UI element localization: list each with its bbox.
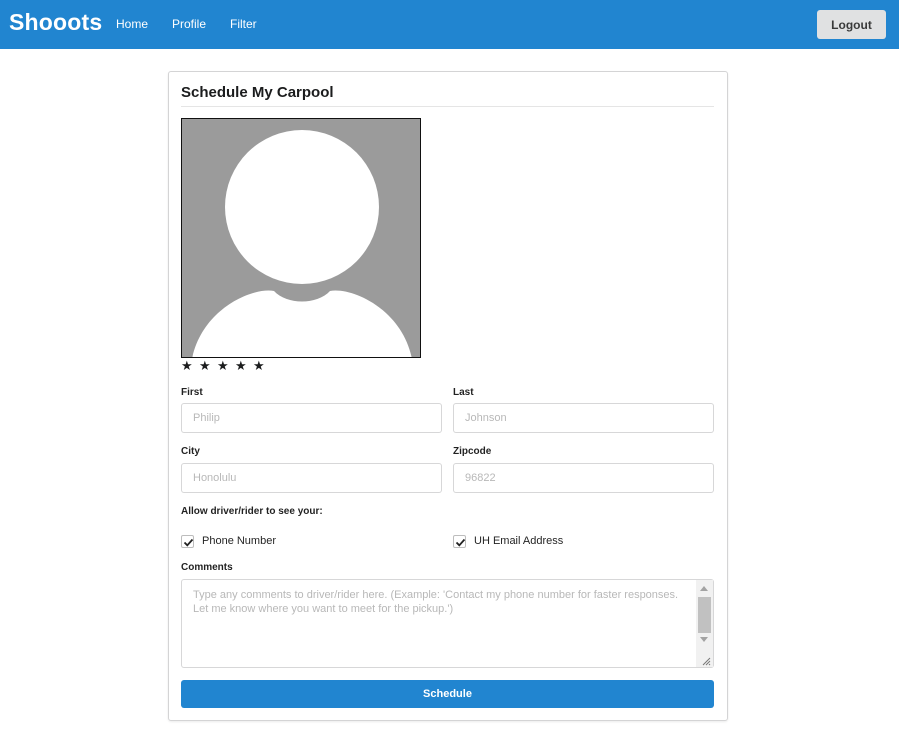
city-input[interactable]: [181, 463, 442, 493]
nav-home-link[interactable]: Home: [116, 17, 148, 31]
card-title: Schedule My Carpool: [181, 84, 334, 101]
comments-label: Comments: [181, 562, 233, 573]
comments-textarea[interactable]: [181, 579, 714, 668]
brand-logo[interactable]: Shooots: [9, 9, 102, 36]
nav-profile-link[interactable]: Profile: [172, 17, 206, 31]
zipcode-input[interactable]: [453, 463, 714, 493]
last-name-label: Last: [453, 387, 474, 398]
top-navbar: Shooots Home Profile Filter Logout: [0, 0, 899, 49]
logout-button[interactable]: Logout: [817, 10, 886, 39]
schedule-carpool-card: Schedule My Carpool ★ ★ ★ ★ ★ First Last Cit…: [168, 71, 728, 721]
star-icon: ★: [217, 358, 229, 373]
user-silhouette-icon: [181, 118, 421, 358]
star-icon: ★: [199, 358, 211, 373]
star-icon: ★: [253, 358, 265, 373]
email-address-option[interactable]: UH Email Address: [453, 533, 563, 549]
resize-grip-icon[interactable]: [696, 651, 713, 667]
scroll-thumb[interactable]: [698, 597, 711, 633]
scroll-up-arrow-icon[interactable]: [700, 586, 708, 591]
phone-number-option[interactable]: Phone Number: [181, 533, 276, 549]
first-name-input[interactable]: [181, 403, 442, 433]
title-divider: [181, 106, 714, 107]
nav-filter-link[interactable]: Filter: [230, 17, 257, 31]
phone-number-checkbox[interactable]: [181, 534, 194, 548]
zipcode-label: Zipcode: [453, 446, 492, 457]
first-name-label: First: [181, 387, 203, 398]
phone-number-label: Phone Number: [202, 535, 276, 547]
email-address-label: UH Email Address: [474, 535, 564, 547]
star-icon: ★: [235, 358, 247, 373]
star-icon: ★: [181, 358, 193, 373]
checkmark-icon: [455, 538, 466, 547]
schedule-button[interactable]: Schedule: [181, 680, 714, 708]
email-address-checkbox[interactable]: [453, 534, 466, 548]
star-rating: ★ ★ ★ ★ ★: [181, 358, 271, 374]
checkmark-icon: [183, 538, 194, 547]
city-label: City: [181, 446, 200, 457]
last-name-input[interactable]: [453, 403, 714, 433]
scroll-down-arrow-icon[interactable]: [700, 637, 708, 642]
visibility-label: Allow driver/rider to see your:: [181, 506, 323, 517]
